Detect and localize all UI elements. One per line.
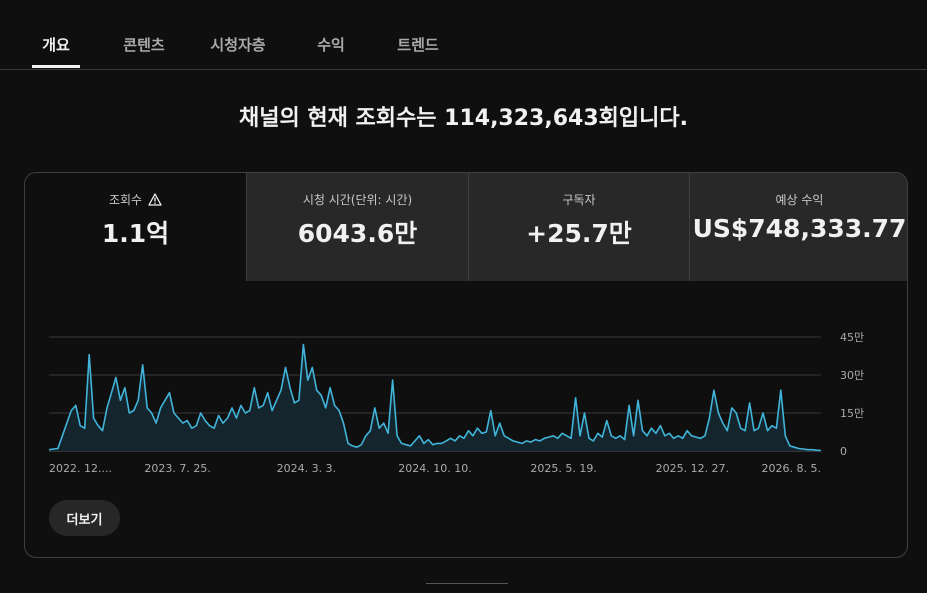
metric-value: US$748,333.77 [692, 214, 907, 243]
tab-bar: 개요 콘텐츠 시청자층 수익 트렌드 [0, 0, 927, 70]
x-tick-label: 2026. 8. 5. [762, 462, 821, 475]
x-tick-label: 2022. 12.... [49, 462, 112, 475]
y-tick-label: 15만 [840, 407, 864, 420]
metric-views-label-row: 조회수 [25, 191, 246, 208]
x-tick-label: 2024. 3. 3. [277, 462, 336, 475]
views-chart[interactable]: 0 15만 30만 45만 2022. 12.... 2023. 7. 25. 2024. … [25, 323, 908, 493]
x-tick-label: 2023. 7. 25. [144, 462, 210, 475]
metric-value: 1.1억 [101, 219, 170, 248]
tab-content[interactable]: 콘텐츠 [116, 34, 172, 68]
page-title: 채널의 현재 조회수는 114,323,643회입니다. [239, 106, 688, 131]
x-tick-label: 2024. 10. 10. [398, 462, 471, 475]
metric-tabs: 조회수 1.1억 시청 시간(단위: 시간) 6043.6만 구독자 +25.7… [25, 173, 907, 281]
metric-label: 조회수 [108, 193, 143, 207]
divider [426, 583, 508, 584]
x-tick-label: 2025. 5. 19. [530, 462, 596, 475]
tab-trends[interactable]: 트렌드 [390, 34, 446, 68]
y-tick-label: 0 [840, 445, 847, 458]
metric-label: 구독자 [562, 193, 596, 207]
y-tick-label: 45만 [840, 331, 864, 344]
analytics-card: 조회수 1.1억 시청 시간(단위: 시간) 6043.6만 구독자 +25.7… [24, 172, 908, 558]
metric-subscribers[interactable]: 구독자 +25.7만 [468, 173, 689, 281]
metric-watch-time[interactable]: 시청 시간(단위: 시간) 6043.6만 [246, 173, 468, 281]
metric-label: 시청 시간(단위: 시간) [302, 193, 413, 207]
x-tick-label: 2025. 12. 27. [656, 462, 729, 475]
see-more-button[interactable]: 더보기 [49, 500, 120, 536]
tab-overview[interactable]: 개요 [32, 34, 80, 68]
metric-value: 6043.6만 [297, 219, 418, 248]
tab-audience[interactable]: 시청자층 [203, 34, 273, 68]
y-tick-label: 30만 [840, 369, 864, 382]
warning-icon[interactable] [148, 193, 162, 206]
metric-revenue[interactable]: 예상 수익 US$748,333.77 [689, 173, 907, 281]
metric-value: +25.7만 [526, 219, 632, 248]
metric-views[interactable]: 조회수 1.1억 [25, 173, 246, 281]
metric-label: 예상 수익 [775, 193, 824, 207]
tab-revenue[interactable]: 수익 [310, 34, 352, 68]
